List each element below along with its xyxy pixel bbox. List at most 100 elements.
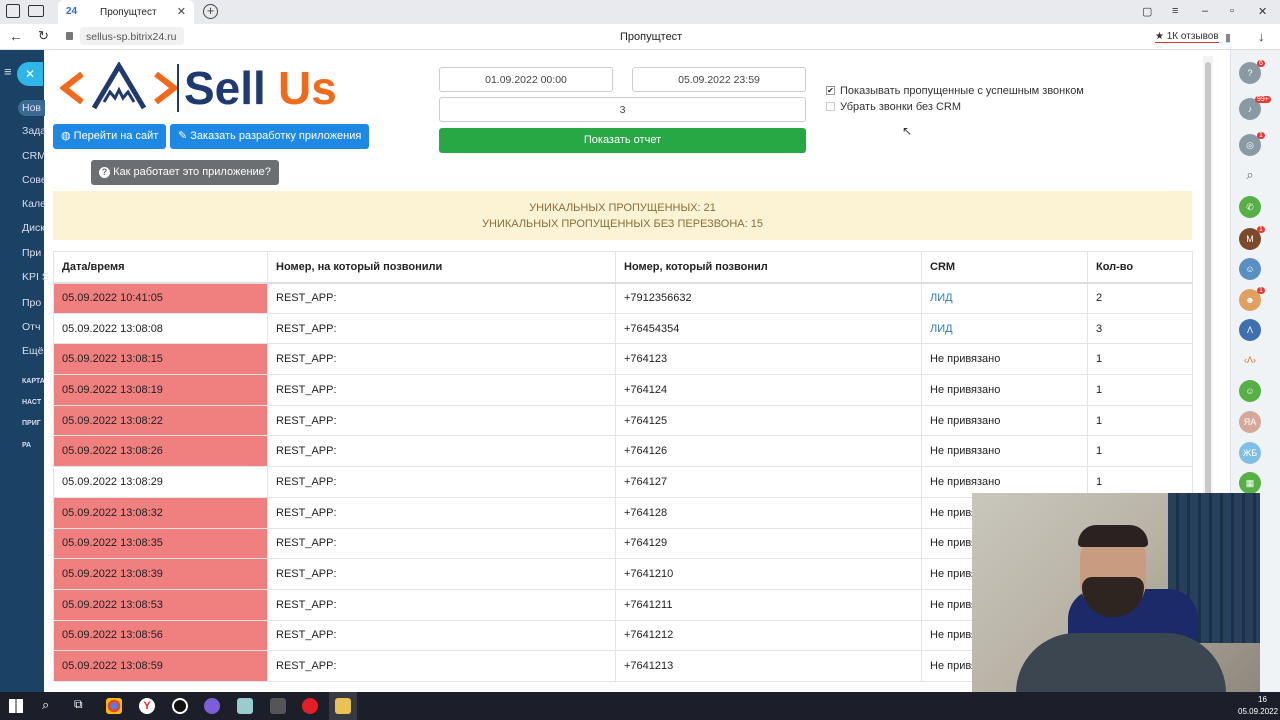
cell-date: 05.09.2022 13:08:29 <box>53 466 268 498</box>
cell-crm: Не привязано <box>921 405 1088 437</box>
scrollbar-thumb[interactable] <box>1205 62 1211 502</box>
logo-sell: Sell <box>184 62 266 114</box>
nav-item[interactable]: KPI S <box>22 271 49 283</box>
nav-item[interactable]: При <box>22 247 41 259</box>
nav-item[interactable]: Отч <box>22 321 40 333</box>
nav-item[interactable]: Сове <box>22 174 47 186</box>
cell-to: REST_APP: <box>267 282 616 314</box>
cell-date: 05.09.2022 13:08:56 <box>53 620 268 652</box>
group-chat-icon[interactable]: ☺ <box>1239 258 1261 280</box>
cell-to: REST_APP: <box>267 435 616 468</box>
avatar-ya[interactable]: ЯА <box>1239 411 1261 433</box>
close-slider-icon[interactable]: ✕ <box>17 62 43 86</box>
close-window-icon[interactable]: ✕ <box>1258 5 1267 18</box>
nav-item[interactable]: Про <box>22 297 41 309</box>
avatar-zhb[interactable]: ЖБ <box>1239 442 1261 464</box>
hamburger-icon[interactable]: ≡ <box>4 64 12 79</box>
search-icon[interactable]: ⌕ <box>1239 164 1261 186</box>
nav-item[interactable]: Кале <box>22 198 46 210</box>
folder-icon[interactable] <box>28 5 44 17</box>
bookmarks-icon[interactable]: ▢ <box>1142 5 1152 18</box>
go-to-site-button[interactable]: ◍ Перейти на сайт <box>53 124 167 149</box>
globe-icon: ◍ <box>61 130 74 142</box>
person-hair <box>1078 525 1148 547</box>
cell-crm[interactable]: ЛИД <box>921 282 1088 314</box>
close-tab-icon[interactable]: ✕ <box>177 5 186 18</box>
hide-no-crm-checkbox[interactable] <box>826 102 835 111</box>
show-successful-checkbox[interactable]: ✔ <box>826 86 835 95</box>
yandex-browser-icon[interactable]: Y <box>139 698 155 714</box>
nav-item[interactable]: Нов <box>18 100 46 116</box>
new-tab-icon[interactable]: + <box>203 4 218 19</box>
column-header: Номер, на который позвонили <box>267 251 616 284</box>
cell-to: REST_APP: <box>267 405 616 437</box>
table-row: 05.09.2022 13:08:26 REST_APP: +764126 Не пр… <box>53 435 1193 468</box>
calculator-icon[interactable] <box>270 698 286 714</box>
bitrix-favicon: 24 <box>66 6 78 17</box>
download-icon[interactable]: ↓ <box>1258 29 1265 44</box>
cell-from: +764129 <box>615 528 922 560</box>
nav-item[interactable]: НАСТ <box>22 399 41 406</box>
order-development-button[interactable]: ✎ Заказать разработку приложения <box>170 124 370 149</box>
column-header: CRM <box>921 251 1088 284</box>
windows-taskbar: ⌕ ⧉ Y 16 05.09.2022 <box>0 692 1280 720</box>
nav-item[interactable]: Зада <box>22 125 46 137</box>
phone-icon[interactable]: ✆ <box>1239 196 1261 218</box>
date-to-input[interactable]: 05.09.2022 23:59 <box>632 67 806 92</box>
cell-to: REST_APP: <box>267 343 616 376</box>
cell-from: +764127 <box>615 466 922 498</box>
nav-item[interactable]: CRM <box>22 150 46 162</box>
cell-date: 05.09.2022 13:08:32 <box>53 497 268 529</box>
back-arrow-icon[interactable]: ← <box>9 28 23 44</box>
show-report-button[interactable]: Показать отчет <box>439 128 806 153</box>
minimize-icon[interactable]: – <box>1202 5 1208 17</box>
maximize-icon[interactable]: ▫ <box>1230 5 1234 17</box>
sellus-logo-icon[interactable]: ‹Λ› <box>1239 349 1261 371</box>
cell-crm[interactable]: ЛИД <box>921 313 1088 345</box>
chrome-icon[interactable] <box>106 698 122 714</box>
sellus-app-icon[interactable]: Λ <box>1239 319 1261 341</box>
nav-item[interactable]: ПРИГ <box>22 420 41 427</box>
column-header: Дата/время <box>53 251 268 284</box>
cell-from: +764125 <box>615 405 922 437</box>
opera-icon[interactable] <box>302 698 318 714</box>
cell-to: REST_APP: <box>267 558 616 590</box>
date-from-input[interactable]: 01.09.2022 00:00 <box>439 67 613 92</box>
cell-date: 05.09.2022 13:08:15 <box>53 343 268 376</box>
reviews-badge[interactable]: ★ 1К отзывов <box>1155 31 1219 43</box>
app-icon[interactable] <box>237 698 253 714</box>
crm-link[interactable]: ЛИД <box>930 323 953 335</box>
task-view-icon[interactable]: ⧉ <box>74 697 83 712</box>
cell-from: +764126 <box>615 435 922 468</box>
count-input[interactable]: 3 <box>439 97 806 122</box>
wrench-icon: ✎ <box>178 130 191 142</box>
nav-item[interactable]: РА <box>22 442 31 449</box>
crm-link[interactable]: ЛИД <box>930 292 953 304</box>
table-row: 05.09.2022 13:08:08 REST_APP: +76454354 ЛИД… <box>53 313 1193 345</box>
contacts-icon[interactable]: ☺ <box>1239 380 1261 402</box>
cell-from: +7912356632 <box>615 282 922 314</box>
cell-date: 05.09.2022 13:08:53 <box>53 589 268 621</box>
menu-icon[interactable]: ≡ <box>1172 5 1178 17</box>
logo-us: Us <box>278 62 337 114</box>
cell-date: 05.09.2022 13:08:08 <box>53 313 268 345</box>
nav-item[interactable]: Ещё <box>22 345 43 357</box>
tab-active[interactable]: 24 Пропущтест ✕ <box>58 0 194 24</box>
logo-mark-icon <box>59 61 179 110</box>
table-row: 05.09.2022 10:41:05 REST_APP: +7912356632 Л… <box>53 282 1193 314</box>
calendar-icon[interactable]: ▦ <box>1239 472 1261 494</box>
cell-from: +764128 <box>615 497 922 529</box>
reload-icon[interactable]: ↻ <box>38 28 49 44</box>
home-icon[interactable] <box>6 4 20 18</box>
search-taskbar-icon[interactable]: ⌕ <box>42 697 49 713</box>
how-it-works-button[interactable]: ? Как работает это приложение? <box>91 160 279 185</box>
cell-to: REST_APP: <box>267 650 616 682</box>
viber-icon[interactable] <box>204 698 220 714</box>
cell-date: 05.09.2022 13:08:59 <box>53 650 268 682</box>
bookmark-icon[interactable]: ▮ <box>1225 31 1231 44</box>
nav-item[interactable]: КАРТА <box>22 378 45 385</box>
cell-date: 05.09.2022 13:08:19 <box>53 374 268 406</box>
nav-item[interactable]: Диск <box>22 222 45 234</box>
windows-start-icon[interactable] <box>9 699 23 713</box>
record-icon[interactable] <box>172 698 188 714</box>
